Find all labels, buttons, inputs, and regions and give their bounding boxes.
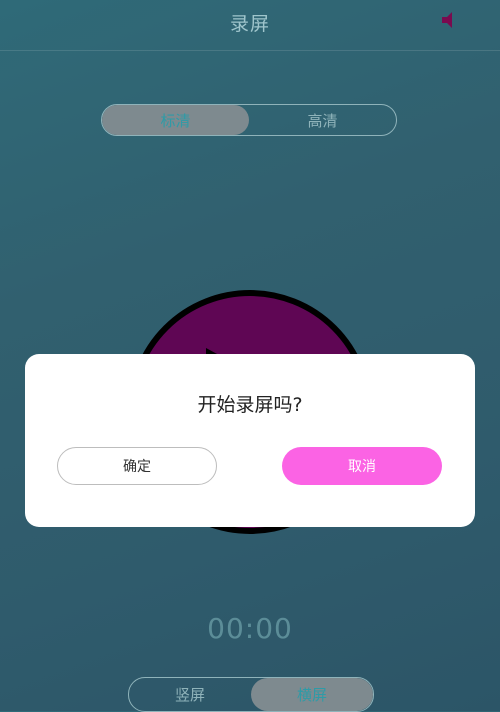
confirm-button[interactable]: 确定 xyxy=(57,447,217,485)
screen-record-app: 录屏 标清 高清 00:00 竖屏 横屏 开始录屏吗? 确定 取消 xyxy=(0,0,500,712)
dialog-title: 开始录屏吗? xyxy=(197,394,303,416)
confirm-dialog: 开始录屏吗? 确定 取消 xyxy=(25,354,475,527)
cancel-button[interactable]: 取消 xyxy=(282,447,442,485)
